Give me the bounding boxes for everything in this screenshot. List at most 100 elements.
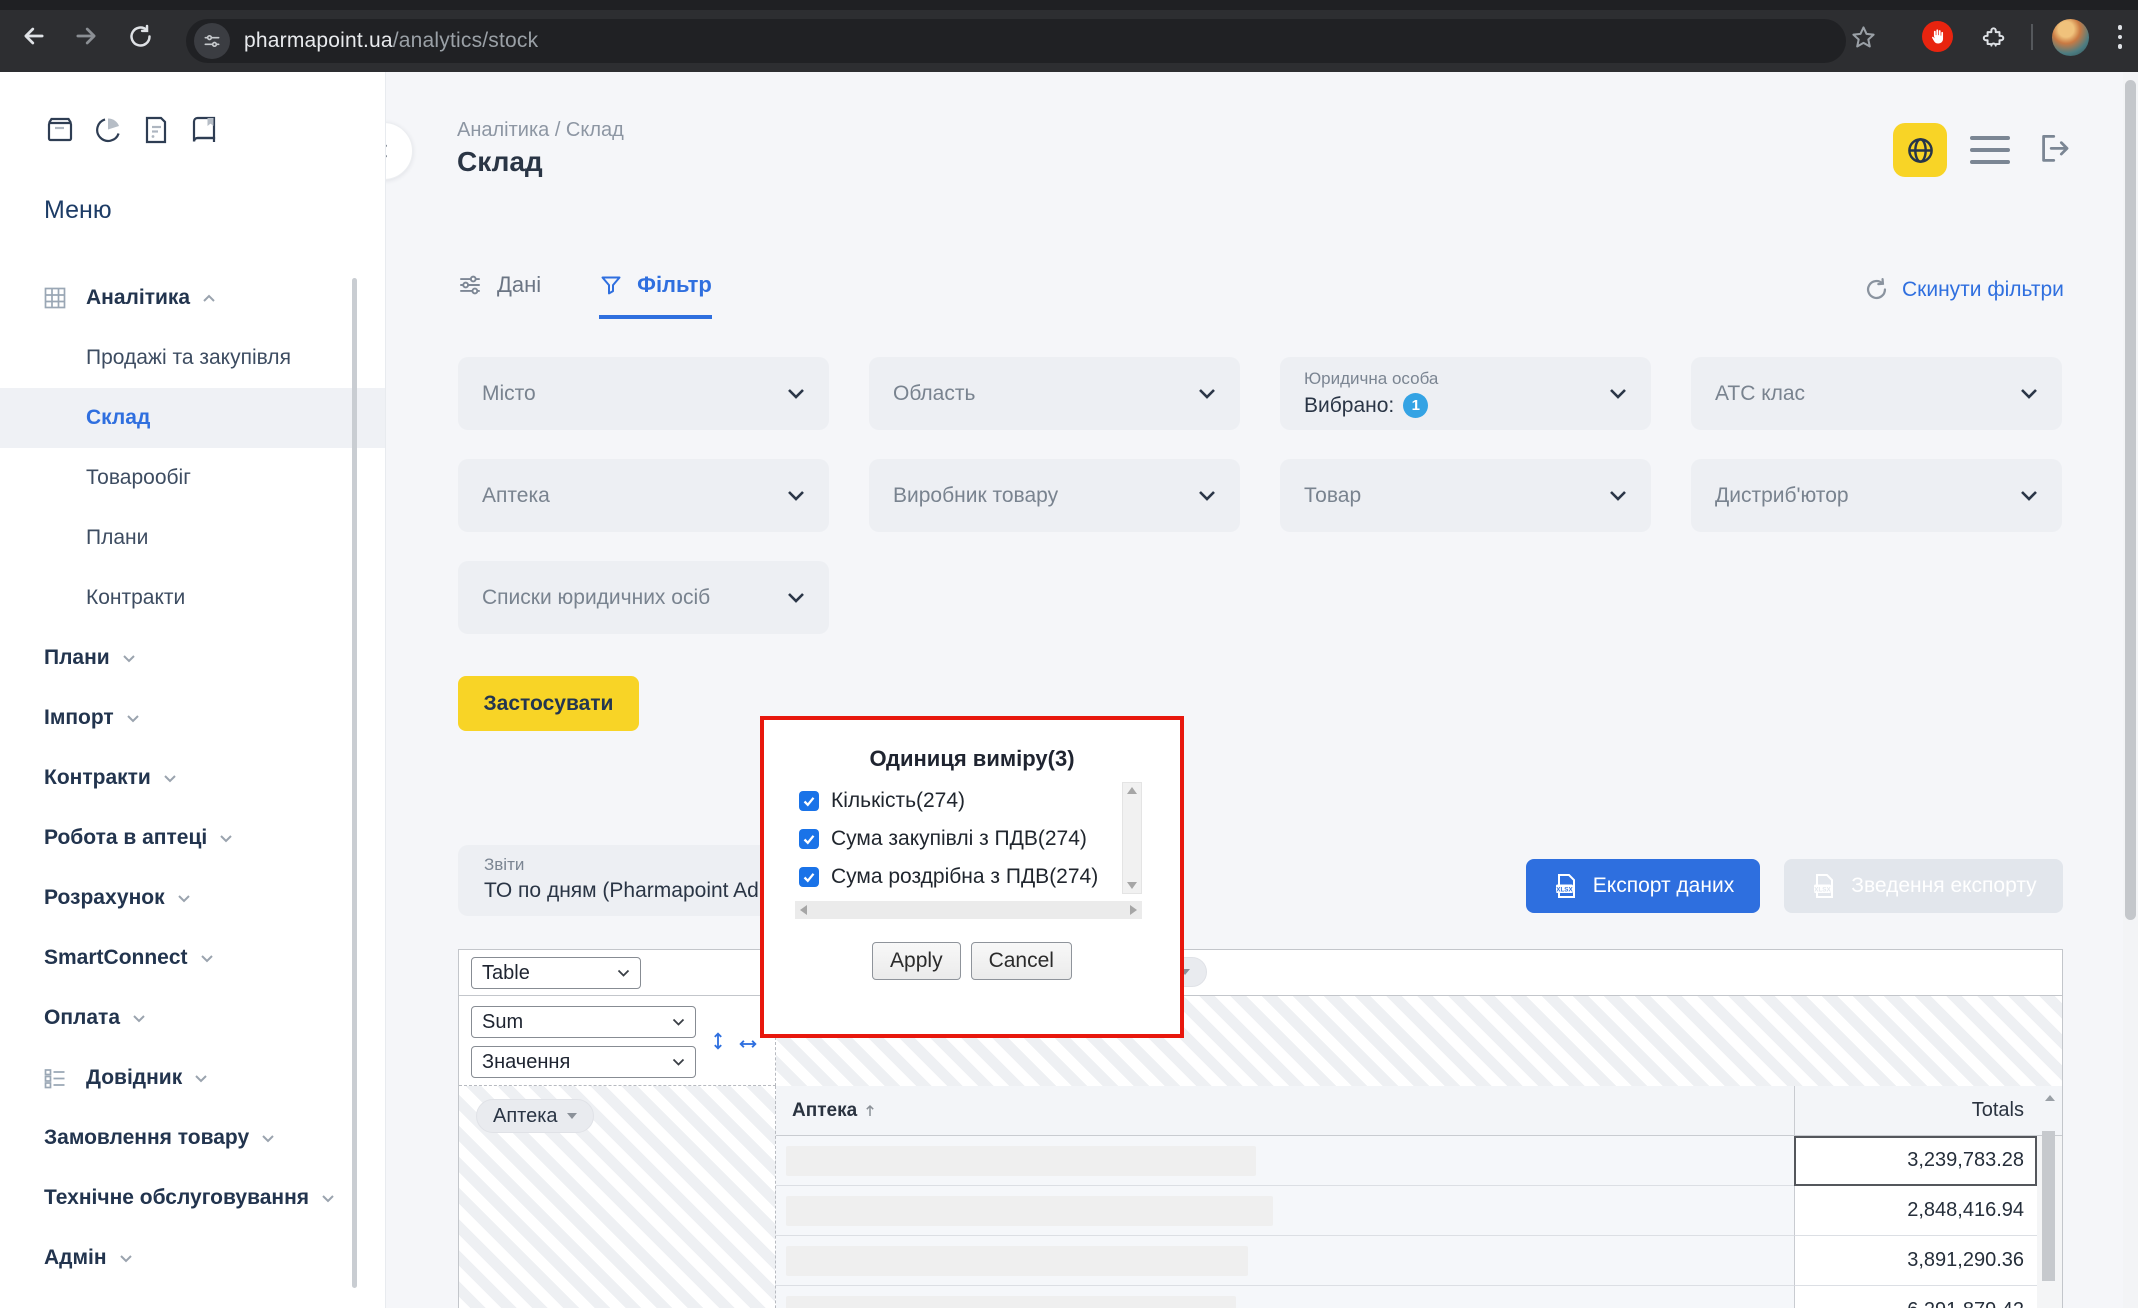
sidebar-item-plans[interactable]: Плани [0,628,385,688]
sidebar-item-label: Довідник [86,1066,182,1090]
total-cell[interactable]: 2,848,416.94 [1794,1186,2037,1236]
extensions-icon[interactable] [1977,21,2009,53]
value-field-select[interactable]: Значення [471,1046,696,1078]
table-scrollbar-top[interactable] [2037,1086,2062,1136]
filter-legal-entity-lists[interactable]: Списки юридичних осіб [458,561,829,634]
total-cell[interactable]: 3,891,290.36 [1794,1236,2037,1286]
filter-atc-class[interactable]: АТС клас [1691,357,2062,430]
scroll-right-icon[interactable] [1130,905,1137,915]
export-data-button[interactable]: XLSX Експорт даних [1526,859,1760,913]
table-row: 3,239,783.28 [776,1136,2062,1186]
column-header-pharmacy[interactable]: Аптека [776,1086,1794,1136]
move-vertical-icon[interactable] [707,1028,729,1054]
measure-option-label: Сума закупівлі з ПДВ(274) [831,827,1087,851]
checkbox-checked[interactable] [799,867,819,887]
logout-icon[interactable] [2036,130,2074,168]
popup-vertical-scrollbar[interactable] [1122,782,1142,894]
cancel-button[interactable]: Cancel [971,942,1072,980]
filter-pharmacy[interactable]: Аптека [458,459,829,532]
filter-distributor[interactable]: Дистриб'ютор [1691,459,2062,532]
sidebar-collapse-button[interactable] [386,122,413,180]
sidebar-item-payment[interactable]: Оплата [0,988,385,1048]
chevron-down-icon [1609,388,1627,399]
filter-manufacturer[interactable]: Виробник товару [869,459,1240,532]
page-scrollbar[interactable] [2123,72,2138,1308]
aggregator-value: Sum [482,1011,523,1034]
sidebar-item-plans-sub[interactable]: Плани [0,508,385,568]
filter-city[interactable]: Місто [458,357,829,430]
sidebar-item-maintenance[interactable]: Технічне обслуговування [0,1168,385,1228]
chevron-down-icon [1198,490,1216,501]
measure-option[interactable]: Сума роздрібна з ПДВ(274) [799,858,1098,896]
chevron-down-icon [2020,388,2038,399]
sidebar-item-contracts-sub[interactable]: Контракти [0,568,385,628]
filter-product[interactable]: Товар [1280,459,1651,532]
sidebar-scrollbar[interactable] [352,278,357,1288]
reload-icon[interactable] [125,21,155,51]
svg-text:XLSX: XLSX [1815,886,1832,893]
sidebar-item-analytics[interactable]: Аналітика [0,268,385,328]
aggregator-select[interactable]: Sum [471,1006,696,1038]
measure-option[interactable]: Кількість(274) [799,782,1098,820]
page-scrollbar-thumb[interactable] [2125,80,2136,920]
tab-data[interactable]: Дані [457,272,541,319]
checkbox-checked[interactable] [799,791,819,811]
filter-region[interactable]: Область [869,357,1240,430]
move-horizontal-icon[interactable] [735,1033,761,1055]
table-scrollbar-thumb[interactable] [2042,1131,2055,1281]
total-cell[interactable]: 6,291,879.42 [1794,1286,2037,1308]
checkbox-checked[interactable] [799,829,819,849]
value-field-value: Значення [482,1051,570,1074]
pivot-result-table: Аптека Totals 3,239,783.28 2,848,416.94 … [776,1086,2062,1308]
tab-filter[interactable]: Фільтр [599,272,712,319]
pie-chart-icon[interactable] [92,114,124,146]
export-summary-button[interactable]: XLSX Зведення експорту [1784,859,2063,913]
sidebar-item-directory[interactable]: Довідник [0,1048,385,1108]
address-bar[interactable]: pharmapoint.ua/analytics/stock [186,19,1846,63]
browser-chrome: pharmapoint.ua/analytics/stock [0,0,2138,72]
sidebar-item-stock[interactable]: Склад [0,388,385,448]
sidebar-item-contracts[interactable]: Контракти [0,748,385,808]
scroll-left-icon[interactable] [800,905,807,915]
sidebar-item-label: SmartConnect [44,946,188,970]
browser-menu-icon[interactable] [2110,21,2130,53]
site-info-icon[interactable] [194,23,230,59]
sidebar-item-product-orders[interactable]: Замовлення товару [0,1108,385,1168]
language-button[interactable] [1893,123,1947,177]
sidebar-item-sales-purchases[interactable]: Продажі та закупівля [0,328,385,388]
url-host: pharmapoint.ua [244,29,393,52]
sidebar-item-smartconnect[interactable]: SmartConnect [0,928,385,988]
measure-option[interactable]: Сума закупівлі з ПДВ(274) [799,820,1098,858]
sidebar-item-label: Плани [86,526,148,550]
sidebar-nav: Аналітика Продажі та закупівля Склад Тов… [0,268,385,1288]
row-attribute-pill[interactable]: Аптека [476,1099,594,1133]
menu-toggle-icon[interactable] [1970,136,2010,164]
sidebar-item-calculation[interactable]: Розрахунок [0,868,385,928]
bookmark-star-icon[interactable] [1847,21,1879,53]
reset-filters-button[interactable]: Скинути фільтри [1863,276,2064,303]
refresh-icon [1863,276,1890,303]
book-icon[interactable] [188,114,220,146]
back-icon[interactable] [19,21,49,51]
popup-horizontal-scrollbar[interactable] [795,901,1142,919]
sidebar-item-admin[interactable]: Адмін [0,1228,385,1288]
breadcrumb: Аналітика / Склад [457,119,624,142]
apply-button[interactable]: Apply [872,942,961,980]
profile-avatar[interactable] [2052,19,2089,56]
total-cell[interactable]: 3,239,783.28 [1794,1136,2037,1186]
browser-tabstrip [0,0,2138,10]
adblock-extension-icon[interactable] [1922,21,1953,52]
sidebar-item-turnover[interactable]: Товарообіг [0,448,385,508]
document-icon[interactable] [140,114,172,146]
scroll-up-icon[interactable] [1127,787,1137,794]
renderer-select[interactable]: Table [471,957,641,989]
sidebar-item-pharmacy-work[interactable]: Робота в аптеці [0,808,385,868]
table-scrollbar-track[interactable] [2037,1286,2062,1308]
sidebar-item-import[interactable]: Імпорт [0,688,385,748]
filter-legal-entity[interactable]: Юридична особа Вибрано: 1 [1280,357,1651,430]
forward-icon[interactable] [71,21,101,51]
box-icon[interactable] [44,114,76,146]
scroll-down-icon[interactable] [1127,882,1137,889]
apply-filters-button[interactable]: Застосувати [458,676,639,731]
svg-text:XLSX: XLSX [1556,886,1573,893]
